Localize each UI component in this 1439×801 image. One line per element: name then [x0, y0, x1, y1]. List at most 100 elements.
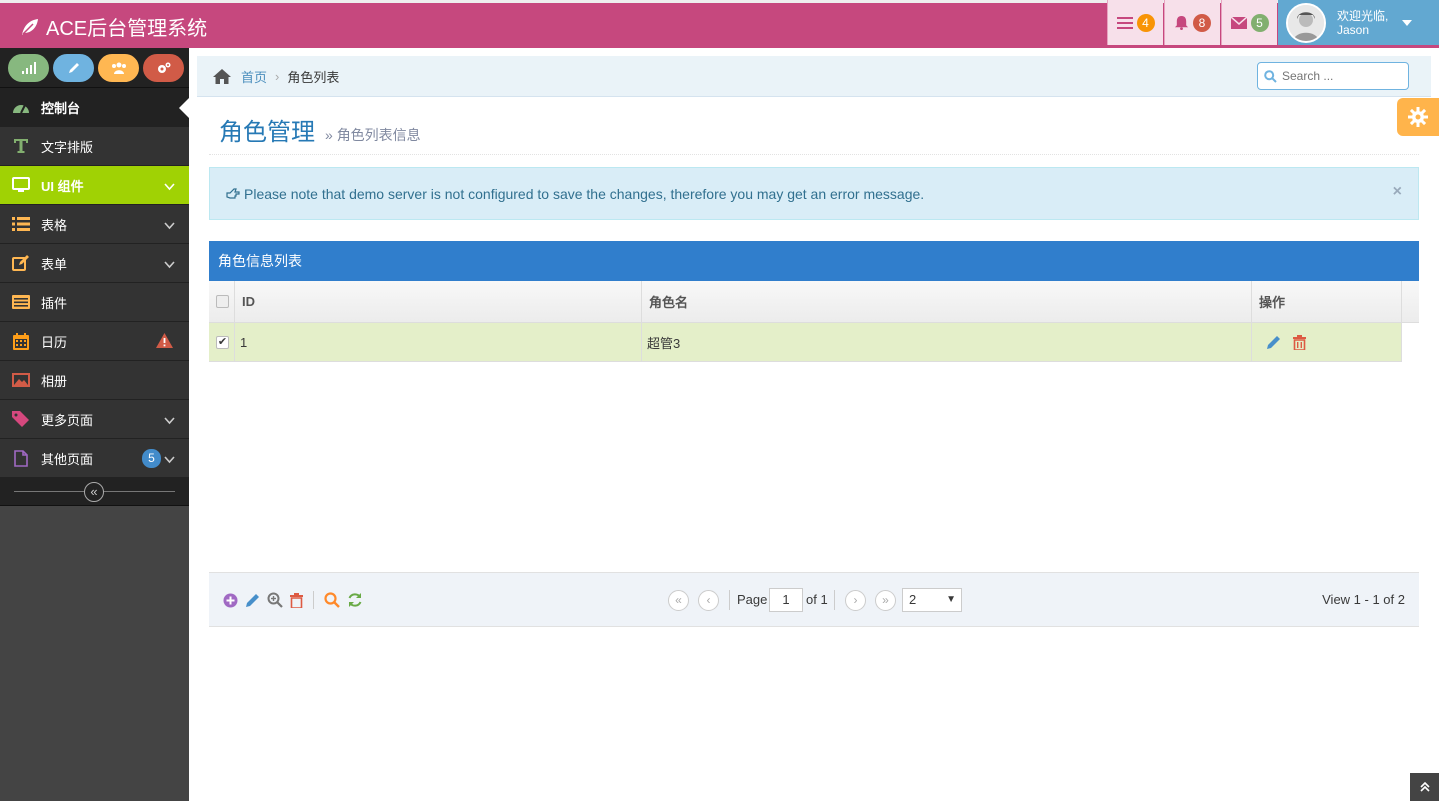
page-label: Page: [737, 592, 768, 607]
tasks-button[interactable]: 4: [1107, 0, 1163, 45]
breadcrumb-current: 角色列表: [287, 69, 340, 85]
divider: [313, 591, 314, 609]
sidebar-item-dashboard[interactable]: 控制台: [0, 88, 189, 127]
sidebar-item-label: 日历: [41, 334, 68, 350]
close-icon[interactable]: ×: [1393, 183, 1402, 201]
messages-button[interactable]: 5: [1221, 0, 1277, 45]
column-header-id[interactable]: ID: [235, 281, 642, 322]
search-icon[interactable]: [324, 592, 340, 608]
add-icon[interactable]: [223, 593, 238, 608]
row-select-cell: ✔: [209, 323, 235, 361]
next-page-button[interactable]: ›: [845, 590, 866, 611]
notifications-badge: 8: [1193, 13, 1211, 32]
column-header-name[interactable]: 角色名: [642, 281, 1252, 322]
chevron-down-icon: [164, 413, 175, 428]
rows-per-page-select[interactable]: 2 ▼: [902, 588, 962, 612]
row-checkbox[interactable]: ✔: [216, 335, 229, 349]
user-menu[interactable]: 欢迎光临, Jason: [1278, 0, 1439, 45]
prev-page-button[interactable]: ‹: [698, 590, 719, 611]
sidebar-item-other-pages[interactable]: 其他页面 5: [0, 439, 189, 478]
edit-icon: [11, 253, 31, 273]
double-angle-left-icon[interactable]: «: [84, 482, 104, 502]
divider: [834, 590, 835, 610]
list-alt-icon: [11, 292, 31, 312]
sidebar-item-forms[interactable]: 表单: [0, 244, 189, 283]
sidebar-item-label: 表格: [41, 217, 68, 233]
count-badge: 5: [142, 449, 161, 468]
messages-badge: 5: [1250, 13, 1269, 32]
sidebar-item-calendar[interactable]: 日历: [0, 322, 189, 361]
scroll-to-top-button[interactable]: [1410, 773, 1439, 801]
breadcrumb: 首页 › 角色列表: [197, 56, 1431, 97]
shortcut-cogs-button[interactable]: [143, 53, 184, 82]
users-icon: [111, 62, 126, 74]
chevron-down-icon: [164, 452, 175, 467]
app-title: ACE后台管理系统: [46, 18, 208, 40]
page-number-input[interactable]: 1: [769, 588, 803, 612]
warning-icon: [156, 333, 173, 351]
edit-pencil-icon[interactable]: [1266, 335, 1281, 350]
shortcut-signal-button[interactable]: [8, 53, 49, 82]
hand-right-icon: [226, 187, 240, 199]
sidebar-item-typography[interactable]: 文字排版: [0, 127, 189, 166]
list-icon: [11, 214, 31, 234]
shortcut-pencil-button[interactable]: [53, 53, 94, 82]
table-row[interactable]: ✔ 1 超管3: [209, 323, 1402, 362]
desktop-icon: [11, 175, 31, 195]
bell-icon: [1174, 15, 1189, 30]
zoom-in-icon[interactable]: [267, 592, 283, 608]
search-input[interactable]: [1282, 69, 1402, 83]
sidebar-item-label: 其他页面: [41, 451, 94, 467]
notifications-button[interactable]: 8: [1164, 0, 1220, 45]
grid-pager: « ‹ Page 1 of 1 › » 2 ▼ View 1 - 1 of 2: [209, 572, 1419, 627]
sidebar-item-label: 插件: [41, 295, 68, 311]
sidebar-collapse: «: [0, 478, 189, 506]
page-title: 角色管理: [219, 119, 315, 146]
brand[interactable]: ACE后台管理系统: [20, 12, 207, 41]
column-header-actions[interactable]: 操作: [1252, 281, 1402, 322]
sidebar-item-plugins[interactable]: 插件: [0, 283, 189, 322]
sidebar-shortcuts: [0, 48, 189, 88]
pager-info: View 1 - 1 of 2: [1322, 592, 1405, 607]
envelope-icon: [1230, 16, 1247, 29]
cell-role-name: 超管3: [642, 323, 1252, 361]
breadcrumb-separator: ›: [275, 68, 280, 84]
cell-actions: [1252, 323, 1402, 361]
sidebar-item-label: 相册: [41, 373, 68, 389]
tag-icon: [11, 409, 31, 429]
sidebar-item-label: 控制台: [41, 100, 81, 116]
first-page-button[interactable]: «: [668, 590, 689, 611]
sidebar-item-gallery[interactable]: 相册: [0, 361, 189, 400]
home-icon: [213, 68, 231, 84]
calendar-icon: [11, 331, 31, 351]
breadcrumb-home-link[interactable]: 首页: [241, 67, 267, 86]
caret-down-icon: ▼: [946, 594, 956, 605]
info-alert: Please note that demo server is not conf…: [209, 167, 1419, 220]
divider: [729, 590, 730, 610]
select-all-checkbox[interactable]: [216, 295, 229, 308]
tasks-icon: [1116, 16, 1133, 29]
rows-per-page-value: 2: [909, 592, 917, 607]
search-icon: [1264, 69, 1277, 83]
trash-icon[interactable]: [290, 592, 303, 608]
trash-icon[interactable]: [1293, 334, 1306, 350]
grid-header: ID 角色名 操作: [209, 281, 1419, 323]
user-name: Jason: [1337, 22, 1370, 37]
chevron-down-icon: [164, 257, 175, 272]
edit-pencil-icon[interactable]: [245, 593, 260, 608]
chevron-down-icon: [164, 218, 175, 233]
sidebar-item-label: 更多页面: [41, 412, 94, 428]
signal-icon: [21, 61, 36, 74]
search-box[interactable]: [1257, 62, 1409, 90]
page-header: 角色管理 » 角色列表信息: [209, 108, 1419, 155]
shortcut-users-button[interactable]: [98, 53, 139, 82]
sidebar-item-more-pages[interactable]: 更多页面: [0, 400, 189, 439]
sidebar-item-tables[interactable]: 表格: [0, 205, 189, 244]
last-page-button[interactable]: »: [875, 590, 896, 611]
page-subtitle: 角色列表信息: [336, 127, 421, 143]
page-total-label: of 1: [806, 592, 828, 607]
tasks-badge: 4: [1136, 13, 1155, 32]
sidebar-item-label: UI 组件: [41, 178, 84, 194]
refresh-icon[interactable]: [347, 592, 363, 608]
sidebar-item-ui-elements[interactable]: UI 组件: [0, 166, 189, 205]
